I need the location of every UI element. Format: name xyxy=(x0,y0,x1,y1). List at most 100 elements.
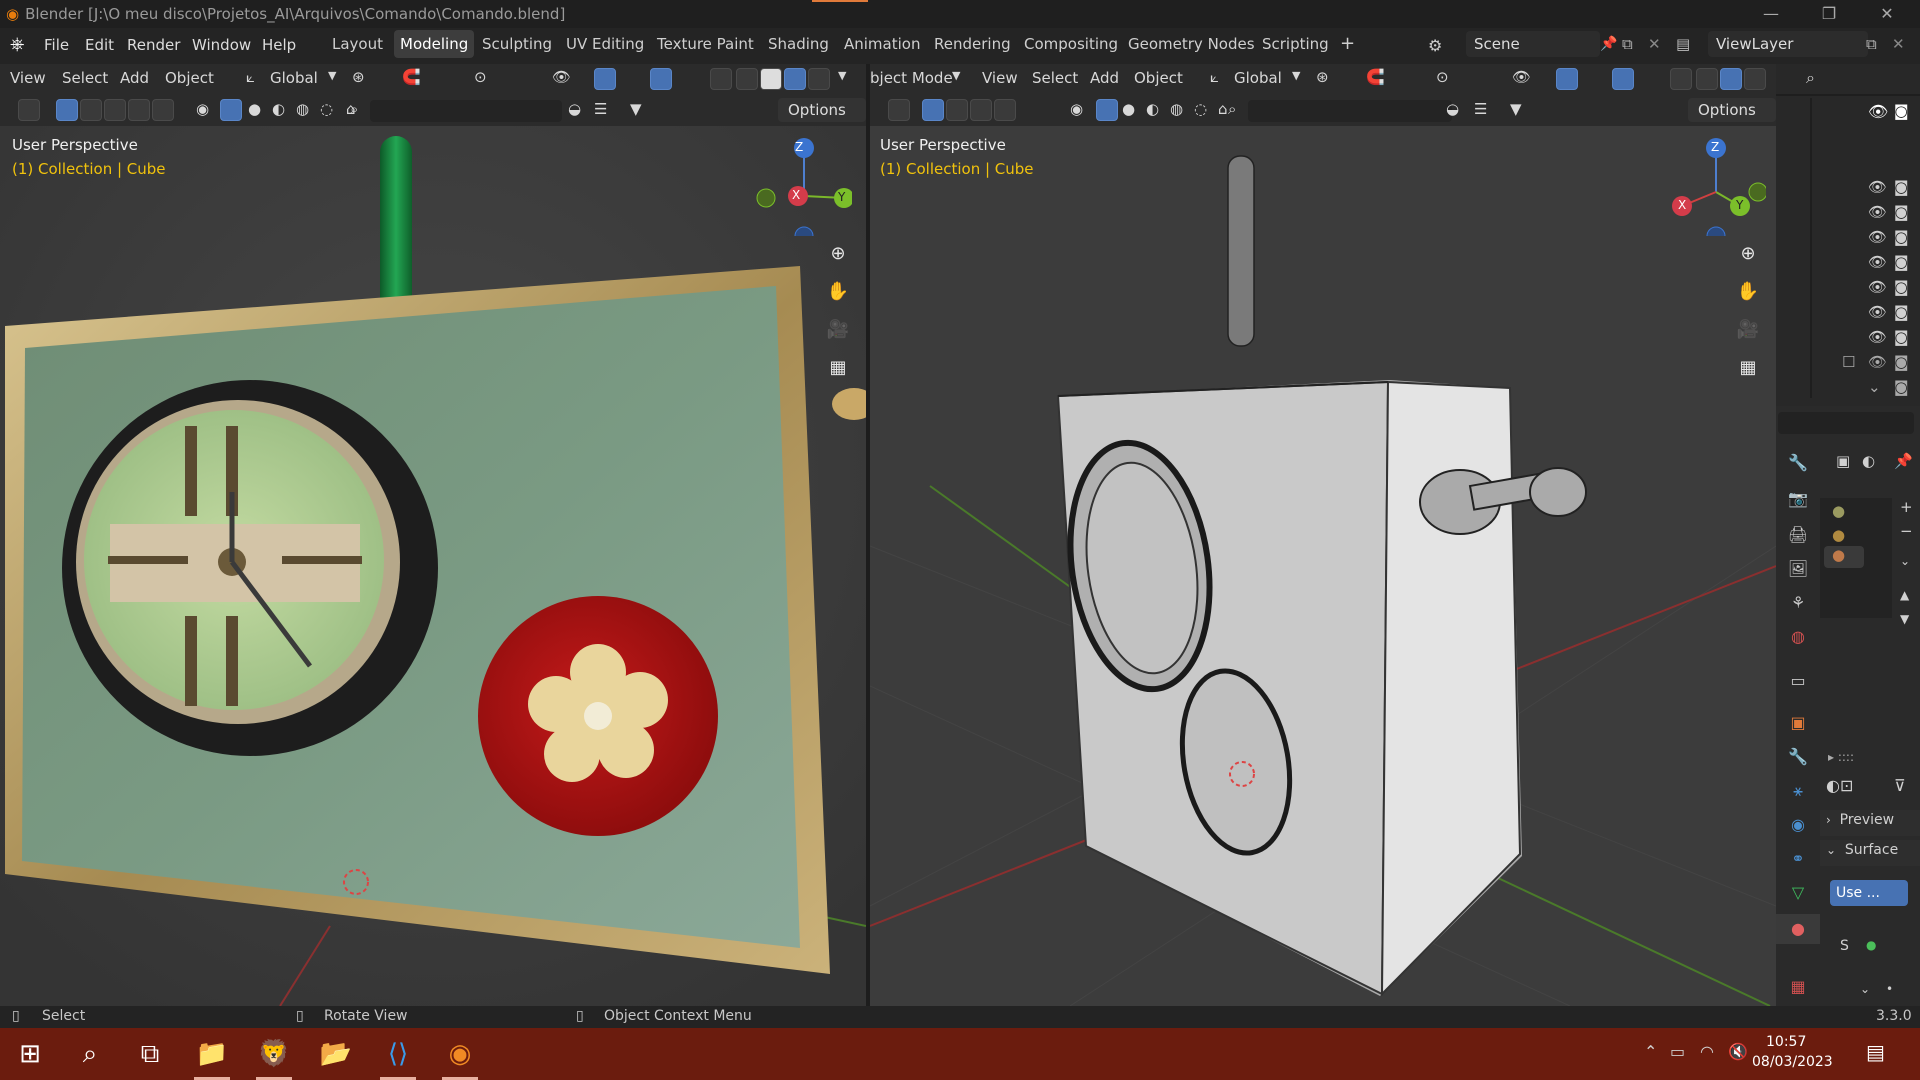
select-box-extend-icon[interactable] xyxy=(80,99,102,121)
material-slot-2-icon[interactable]: ● xyxy=(1832,526,1845,544)
camera-render-icon[interactable]: ◙ xyxy=(1894,328,1909,346)
menu-window[interactable]: Window xyxy=(192,36,251,54)
world-icon[interactable]: ◍ xyxy=(1170,100,1183,118)
world-icon[interactable]: ◍ xyxy=(296,100,309,118)
output-tab-icon[interactable]: 🖨 xyxy=(1776,520,1820,550)
wireframe-shading-icon[interactable] xyxy=(736,68,758,90)
list-options-icon[interactable]: ☰ xyxy=(594,100,607,118)
select-box-intersect-icon[interactable] xyxy=(152,99,174,121)
filter-sort-icon[interactable]: ◒ xyxy=(1446,100,1459,118)
search-icon[interactable]: ⌕ xyxy=(1806,68,1815,88)
pin-icon[interactable]: 📌 xyxy=(1600,36,1617,52)
object-types-icon[interactable]: ◉ xyxy=(1070,100,1083,118)
proportional-edit-icon[interactable]: ⊙ xyxy=(1436,68,1449,86)
left-orientation-dropdown[interactable]: Global xyxy=(270,69,318,87)
add-slot-button[interactable]: + xyxy=(1900,498,1913,516)
node-tree-icon[interactable]: ⊽ xyxy=(1894,776,1906,795)
particles-tab-icon[interactable]: ⚹ xyxy=(1776,776,1820,806)
scene-field[interactable]: Scene xyxy=(1466,31,1600,57)
select-box-subtract-icon[interactable] xyxy=(104,99,126,121)
volume-muted-icon[interactable]: 🔇 xyxy=(1728,1042,1748,1061)
snap-icon[interactable]: 🧲 xyxy=(402,68,421,86)
chevron-down-icon[interactable]: ▼ xyxy=(328,69,336,82)
file-explorer-icon[interactable]: 📁 xyxy=(182,1028,242,1080)
texture-icon[interactable]: ◐ xyxy=(272,100,285,118)
xray-icon[interactable] xyxy=(710,68,732,90)
render-icon[interactable]: ⌂ xyxy=(1218,100,1228,118)
chevron-down-icon[interactable]: ▼ xyxy=(952,69,960,82)
new-view-layer-icon[interactable]: ⧉ xyxy=(1866,35,1877,53)
search-icon[interactable]: ⌕ xyxy=(1228,100,1236,118)
camera-icon[interactable]: 🎥 xyxy=(1732,314,1764,346)
render-tab-icon[interactable]: 📷 xyxy=(1776,484,1820,514)
view-layer-icon[interactable]: ▤ xyxy=(1676,35,1690,53)
use-nodes-button[interactable]: Use ... xyxy=(1830,880,1908,906)
list-options-icon[interactable]: ☰ xyxy=(1474,100,1487,118)
right-viewport[interactable]: User Perspective (1) Collection | Cube Z… xyxy=(870,126,1776,1006)
camera-render-icon[interactable]: ◙ xyxy=(1894,228,1909,246)
right-orientation-dropdown[interactable]: Global xyxy=(1234,69,1282,87)
chevron-up-icon[interactable]: ⌃ xyxy=(1644,1042,1657,1061)
menu-file[interactable]: File xyxy=(44,36,69,54)
physics-tab-icon[interactable]: ◉ xyxy=(1776,810,1820,840)
left-menu-object[interactable]: Object xyxy=(165,69,214,87)
material-tab-icon[interactable]: ● xyxy=(1776,914,1820,944)
chevron-down-icon[interactable]: ⌄ xyxy=(1900,554,1910,568)
pivot-icon[interactable]: ⊛ xyxy=(352,68,365,86)
camera-render-icon[interactable]: ◙ xyxy=(1894,178,1909,196)
new-scene-icon[interactable]: ⧉ xyxy=(1622,35,1633,53)
tab-animation[interactable]: Animation xyxy=(838,30,926,58)
material-preview-icon[interactable] xyxy=(1744,68,1766,90)
eye-icon[interactable]: 👁 xyxy=(1868,353,1887,371)
eye-icon[interactable]: 👁 xyxy=(1868,328,1887,346)
eye-icon[interactable]: 👁 xyxy=(1868,228,1887,246)
tab-uv-editing[interactable]: UV Editing xyxy=(560,30,650,58)
left-viewport[interactable]: User Perspective (1) Collection | Cube Z… xyxy=(0,126,866,1006)
delete-scene-icon[interactable]: ✕ xyxy=(1648,35,1661,53)
data-tab-icon[interactable]: ▽ xyxy=(1776,878,1820,908)
camera-render-icon[interactable]: ◙ xyxy=(1894,102,1909,120)
texture-icon[interactable]: ◐ xyxy=(1146,100,1159,118)
camera-render-icon[interactable]: ◙ xyxy=(1894,278,1909,296)
right-mode-dropdown[interactable]: bject Mode xyxy=(870,69,953,87)
collection-tab-icon[interactable]: ▭ xyxy=(1776,666,1820,696)
left-search-input[interactable] xyxy=(370,100,562,122)
vscode-icon[interactable]: ⟨⟩ xyxy=(368,1028,428,1080)
select-box-invert-icon[interactable] xyxy=(128,99,150,121)
texture-tab-icon[interactable]: ▦ xyxy=(1776,972,1820,1002)
sphere-icon[interactable]: ● xyxy=(1122,100,1135,118)
move-down-icon[interactable]: ▼ xyxy=(1900,612,1909,626)
expand-list-icon[interactable]: ▸ :::: xyxy=(1828,750,1854,764)
filter-sort-icon[interactable]: ◒ xyxy=(568,100,581,118)
world-tab-icon[interactable]: ◍ xyxy=(1776,622,1820,652)
scene-tab-icon[interactable]: ⚘ xyxy=(1776,588,1820,618)
rendered-shading-icon[interactable] xyxy=(808,68,830,90)
visibility-icon[interactable]: 👁 xyxy=(1512,68,1531,86)
eye-icon[interactable]: 👁 xyxy=(1868,303,1887,321)
tab-shading[interactable]: Shading xyxy=(762,30,835,58)
right-viewport-scene[interactable] xyxy=(870,126,1776,1006)
object-types-icon[interactable]: ◉ xyxy=(196,100,209,118)
chevron-down-icon[interactable]: ▼ xyxy=(1292,69,1300,82)
search-icon[interactable]: ⌕ xyxy=(60,1028,120,1080)
blender-taskbar-icon[interactable]: ◉ xyxy=(430,1028,490,1080)
remove-slot-button[interactable]: − xyxy=(1900,522,1913,540)
blender-menu-icon[interactable]: ⎈ xyxy=(10,34,24,55)
perspective-grid-icon[interactable]: ▦ xyxy=(822,352,854,384)
mesh-filter-icon[interactable] xyxy=(1096,99,1118,121)
sphere-icon[interactable]: ● xyxy=(248,100,261,118)
select-tool-icon[interactable] xyxy=(888,99,910,121)
close-button[interactable]: ✕ xyxy=(1858,0,1916,28)
select-box-new-icon[interactable] xyxy=(922,99,944,121)
eye-icon[interactable]: 👁 xyxy=(1868,278,1887,296)
camera-render-icon[interactable]: ◙ xyxy=(1894,203,1909,221)
mesh-filter-icon[interactable] xyxy=(220,99,242,121)
eye-icon[interactable]: 👁 xyxy=(1868,253,1887,271)
move-up-icon[interactable]: ▲ xyxy=(1900,588,1909,602)
camera-icon[interactable]: 🎥 xyxy=(822,314,854,346)
left-menu-select[interactable]: Select xyxy=(62,69,108,87)
camera-render-icon[interactable]: ◙ xyxy=(1894,353,1909,371)
left-options-button[interactable]: Options ▼ xyxy=(778,98,866,142)
left-viewport-scene[interactable] xyxy=(0,126,866,1006)
select-box-invert-icon[interactable] xyxy=(994,99,1016,121)
